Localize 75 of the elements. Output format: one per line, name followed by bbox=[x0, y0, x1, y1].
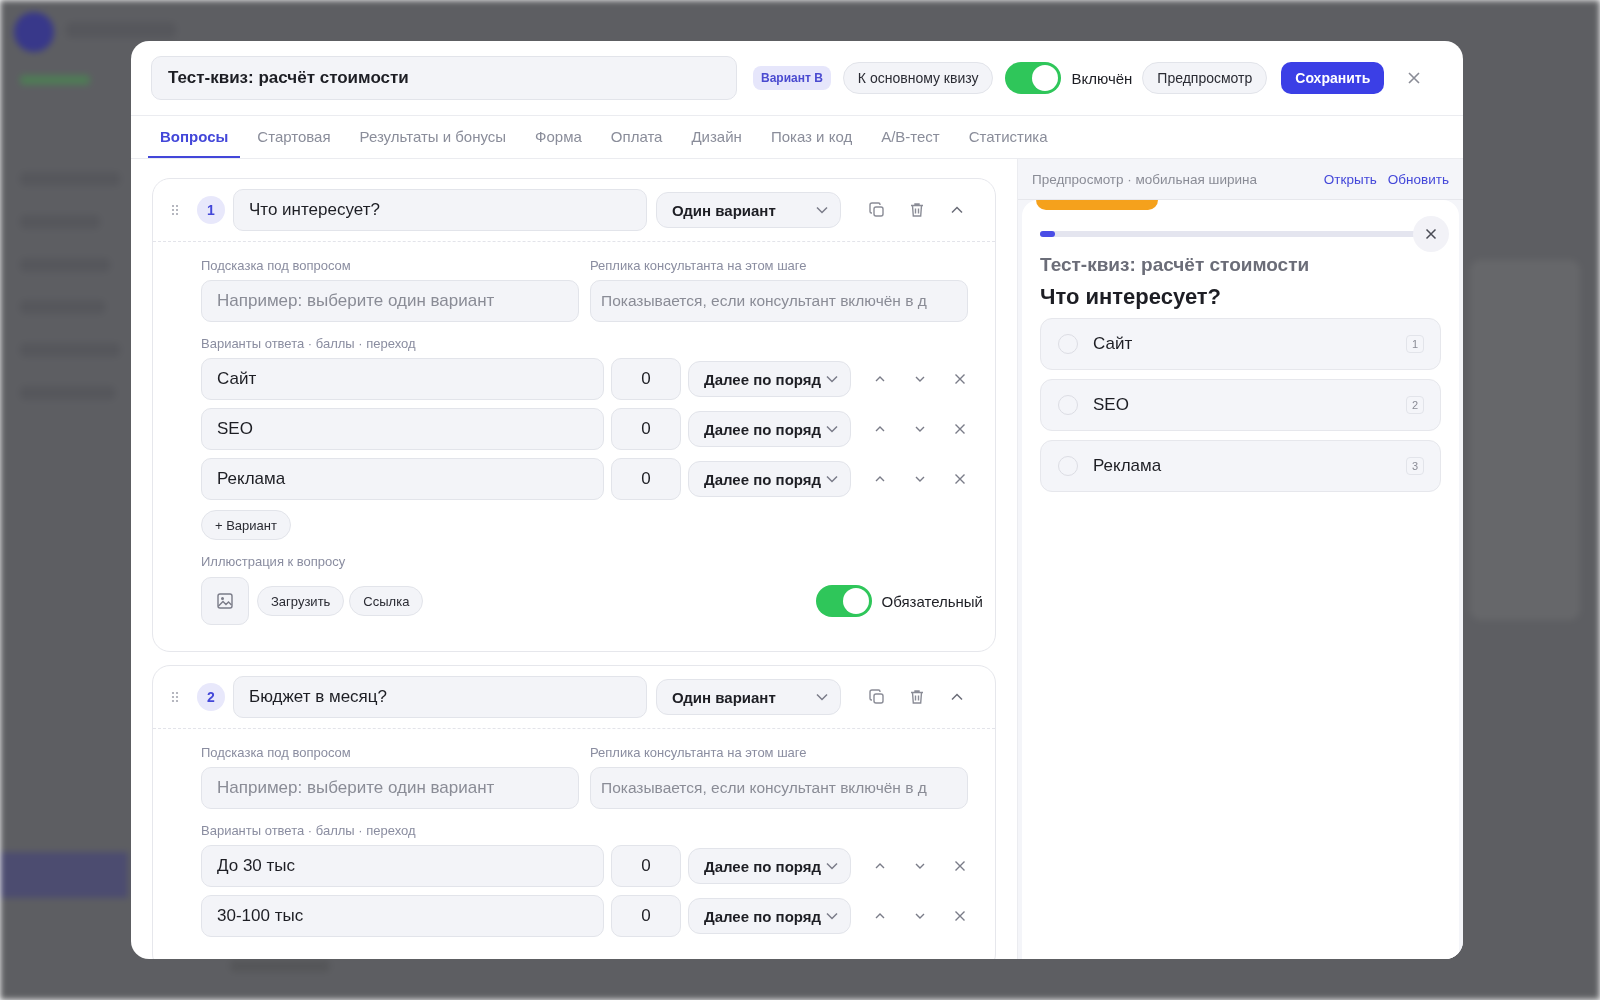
chevron-down-icon bbox=[826, 425, 838, 433]
chevron-down-icon bbox=[816, 206, 828, 214]
answers-label: Варианты ответа · баллы · переход bbox=[201, 823, 417, 838]
jump-select[interactable]: Далее по поряд bbox=[688, 848, 851, 884]
question-text: Что интересует? bbox=[1040, 284, 1223, 310]
preview-caption: Предпросмотр · мобильная ширина bbox=[1032, 171, 1257, 187]
enabled-label: Включён bbox=[1071, 69, 1133, 87]
chevron-down-icon bbox=[816, 693, 828, 701]
answer-field[interactable]: Реклама bbox=[201, 458, 604, 500]
required-label: Обязательный bbox=[881, 592, 983, 610]
jump-select[interactable]: Далее по поряд bbox=[688, 411, 851, 447]
jump-select[interactable]: Далее по поряд bbox=[688, 361, 851, 397]
hint-field[interactable]: Например: выберите один вариант bbox=[201, 767, 579, 809]
drag-handle-icon[interactable] bbox=[171, 204, 179, 216]
chevron-down-icon bbox=[826, 912, 838, 920]
score-field[interactable]: 0 bbox=[611, 845, 681, 887]
answer-option[interactable]: Сайт 1 bbox=[1040, 318, 1441, 370]
question-title-field[interactable]: Что интересует? bbox=[233, 189, 647, 231]
field-label: Реплика консультанта на этом шаге bbox=[590, 258, 808, 273]
variant-badge: Вариант B bbox=[753, 66, 831, 90]
back-to-main-button[interactable]: К основному квизу bbox=[842, 62, 994, 94]
jump-select[interactable]: Далее по поряд bbox=[688, 898, 851, 934]
remove-icon[interactable] bbox=[953, 422, 967, 436]
copy-icon[interactable] bbox=[868, 201, 886, 219]
answer-field[interactable]: 30-100 тыс bbox=[201, 895, 604, 937]
answer-option[interactable]: Реклама 3 bbox=[1040, 440, 1441, 492]
remove-icon[interactable] bbox=[953, 372, 967, 386]
field-label: Подсказка под вопросом bbox=[201, 745, 352, 760]
link-button[interactable]: Ссылка bbox=[349, 586, 424, 616]
score-field[interactable]: 0 bbox=[611, 358, 681, 400]
remove-icon[interactable] bbox=[953, 859, 967, 873]
preview-button[interactable]: Предпросмотр bbox=[1142, 62, 1268, 94]
close-icon[interactable] bbox=[1406, 70, 1423, 86]
trash-icon[interactable] bbox=[908, 201, 926, 219]
add-option-button[interactable]: + Вариант bbox=[201, 510, 291, 540]
remove-icon[interactable] bbox=[953, 909, 967, 923]
answer-field[interactable]: Сайт bbox=[201, 358, 604, 400]
drag-handle-icon[interactable] bbox=[171, 691, 179, 703]
close-button[interactable] bbox=[1413, 216, 1449, 252]
remove-icon[interactable] bbox=[953, 472, 967, 486]
answer-option[interactable]: SEO 2 bbox=[1040, 379, 1441, 431]
quiz-title-field[interactable]: Тест-квиз: расчёт стоимости bbox=[151, 56, 737, 100]
quiz-title: Тест-квиз: расчёт стоимости bbox=[1040, 254, 1311, 276]
upload-button[interactable]: Загрузить bbox=[257, 586, 345, 616]
chevron-down-icon bbox=[826, 475, 838, 483]
close-icon bbox=[1424, 227, 1438, 241]
jump-select[interactable]: Далее по поряд bbox=[688, 461, 851, 497]
score-field[interactable]: 0 bbox=[611, 408, 681, 450]
required-toggle[interactable] bbox=[815, 585, 872, 617]
field-label: Реплика консультанта на этом шаге bbox=[590, 745, 808, 760]
image-placeholder[interactable] bbox=[201, 577, 249, 625]
question-number: 1 bbox=[197, 196, 225, 224]
open-link[interactable]: Открыть bbox=[1323, 171, 1377, 187]
trash-icon[interactable] bbox=[908, 688, 926, 706]
question-number: 2 bbox=[197, 683, 225, 711]
question-title-field[interactable]: Бюджет в месяц? bbox=[233, 676, 647, 718]
enabled-toggle[interactable] bbox=[1005, 62, 1062, 94]
answer-field[interactable]: SEO bbox=[201, 408, 604, 450]
field-label: Подсказка под вопросом bbox=[201, 258, 352, 273]
copy-icon[interactable] bbox=[868, 688, 886, 706]
answers-label: Варианты ответа · баллы · переход bbox=[201, 336, 417, 351]
hint-field[interactable]: Например: выберите один вариант bbox=[201, 280, 579, 322]
score-field[interactable]: 0 bbox=[611, 458, 681, 500]
consultant-reply-field[interactable]: Показывается, если консультант включён в д bbox=[590, 767, 968, 809]
save-button[interactable]: Сохранить bbox=[1281, 62, 1385, 94]
tab[interactable]: Вопросы bbox=[148, 116, 241, 158]
score-field[interactable]: 0 bbox=[611, 895, 681, 937]
answer-field[interactable]: До 30 тыс bbox=[201, 845, 604, 887]
chevron-down-icon bbox=[826, 375, 838, 383]
question-type-select[interactable]: Один вариант bbox=[656, 679, 841, 715]
consultant-reply-field[interactable]: Показывается, если консультант включён в д bbox=[590, 280, 968, 322]
question-type-select[interactable]: Один вариант bbox=[656, 192, 841, 228]
chevron-down-icon bbox=[826, 862, 838, 870]
illustration-label: Иллюстрация к вопросу bbox=[201, 554, 347, 569]
refresh-link[interactable]: Обновить bbox=[1387, 171, 1449, 187]
